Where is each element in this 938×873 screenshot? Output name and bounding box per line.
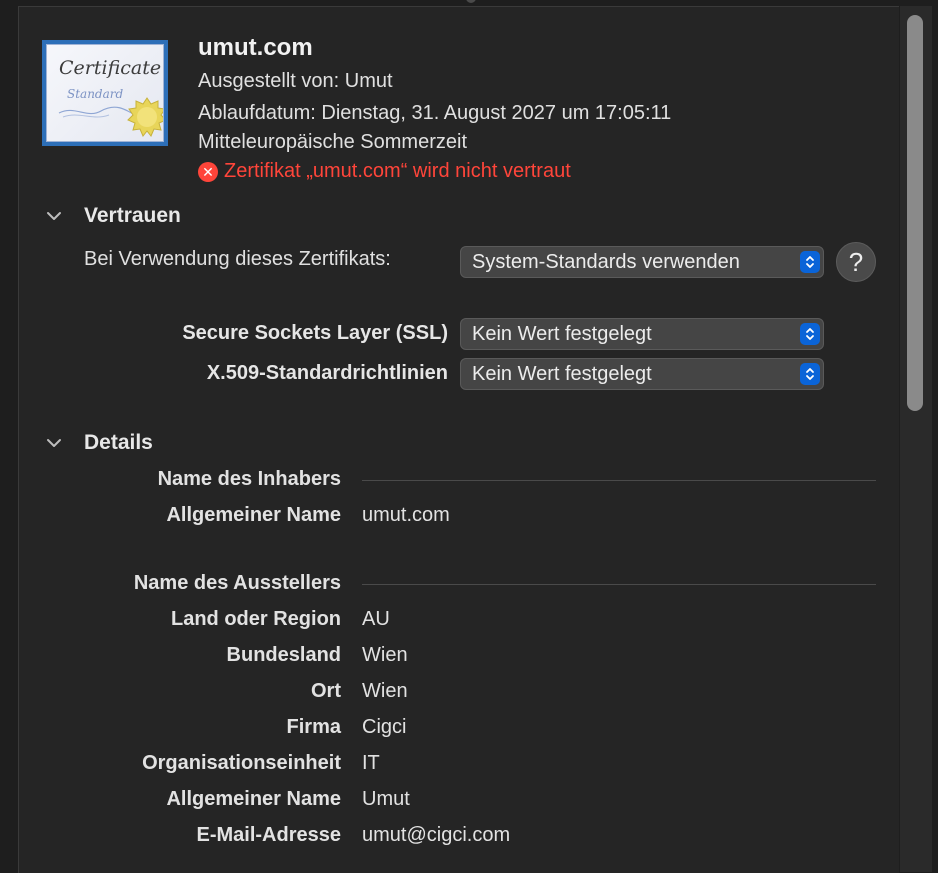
expiry-timezone: Mitteleuropäische Sommerzeit xyxy=(198,131,467,153)
x509-policy-label: X.509-Standardrichtlinien xyxy=(206,362,448,384)
updown-arrows-icon xyxy=(800,251,820,273)
detail-label: Allgemeiner Name xyxy=(166,504,341,526)
usage-label: Bei Verwendung dieses Zertifikats: xyxy=(84,248,391,270)
ssl-policy-label: Secure Sockets Layer (SSL) xyxy=(182,322,448,344)
usage-popup-value: System-Standards verwenden xyxy=(472,251,740,273)
help-button[interactable]: ? xyxy=(836,242,876,282)
detail-value: IT xyxy=(362,752,380,774)
detail-value: Wien xyxy=(362,644,408,666)
certificate-icon-title: Certificate xyxy=(59,57,162,79)
detail-value: AU xyxy=(362,608,390,630)
vertical-scrollbar[interactable] xyxy=(900,6,932,872)
expiry-date: Ablaufdatum: Dienstag, 31. August 2027 u… xyxy=(198,102,672,124)
window-notch xyxy=(466,0,476,3)
trust-status: ✕ Zertifikat „umut.com“ wird nicht vertr… xyxy=(198,160,571,183)
detail-label: Firma xyxy=(286,716,341,738)
updown-arrows-icon xyxy=(800,363,820,385)
trust-section-header[interactable]: Vertrauen xyxy=(44,204,181,228)
detail-label: Land oder Region xyxy=(171,608,341,630)
x509-policy-popup[interactable]: Kein Wert festgelegt xyxy=(460,358,824,390)
detail-label: E-Mail-Adresse xyxy=(196,824,342,846)
detail-label: Organisationseinheit xyxy=(142,752,341,774)
chevron-down-icon[interactable] xyxy=(44,206,64,226)
issued-by: Ausgestellt von: Umut xyxy=(198,70,393,92)
detail-value: Cigci xyxy=(362,716,407,738)
divider xyxy=(362,480,876,481)
certificate-icon: Certificate Standard xyxy=(42,40,168,146)
error-x-icon: ✕ xyxy=(198,161,218,182)
seal-icon xyxy=(127,97,163,137)
detail-value: Umut xyxy=(362,788,410,810)
trust-status-text: Zertifikat „umut.com“ wird nicht vertrau… xyxy=(224,160,571,182)
trust-section-title: Vertrauen xyxy=(84,204,181,227)
updown-arrows-icon xyxy=(800,323,820,345)
certificate-name: umut.com xyxy=(198,34,313,61)
detail-value: umut@cigci.com xyxy=(362,824,511,846)
detail-label: Bundesland xyxy=(226,644,341,666)
certificate-icon-subtitle: Standard xyxy=(67,87,124,101)
issuer-group-heading: Name des Ausstellers xyxy=(133,572,341,594)
divider xyxy=(362,584,876,585)
certificate-window: Certificate Standard umut.com Ausgestell… xyxy=(0,0,938,873)
detail-value: Wien xyxy=(362,680,408,702)
detail-label: Allgemeiner Name xyxy=(166,788,341,810)
flourish-icon xyxy=(58,106,136,118)
details-section-title: Details xyxy=(84,431,153,454)
chevron-down-icon[interactable] xyxy=(44,433,64,453)
ssl-policy-popup[interactable]: Kein Wert festgelegt xyxy=(460,318,824,350)
certificate-icon-paper: Certificate Standard xyxy=(46,44,164,142)
details-section-header[interactable]: Details xyxy=(44,431,153,455)
detail-value: umut.com xyxy=(362,504,450,526)
ssl-policy-value: Kein Wert festgelegt xyxy=(472,323,652,345)
usage-popup[interactable]: System-Standards verwenden xyxy=(460,246,824,278)
x509-policy-value: Kein Wert festgelegt xyxy=(472,363,652,385)
subject-group-heading: Name des Inhabers xyxy=(157,468,341,490)
scrollbar-thumb[interactable] xyxy=(907,15,923,411)
detail-label: Ort xyxy=(311,680,341,702)
